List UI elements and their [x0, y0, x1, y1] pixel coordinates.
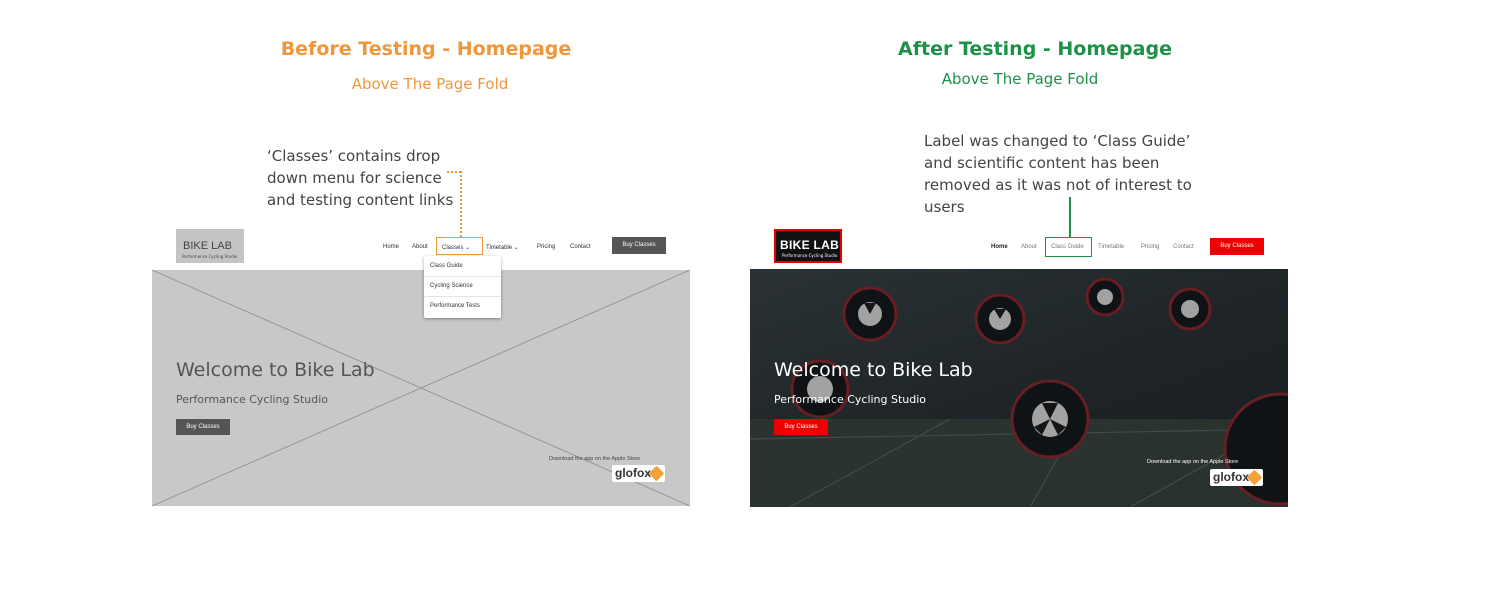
annotation-line: and testing content links: [267, 191, 454, 209]
dropdown-item-cycling-science[interactable]: Cycling Science: [430, 283, 473, 289]
after-annotation: Label was changed to ‘Class Guide’ and s…: [924, 130, 1192, 218]
hero-title: Welcome to Bike Lab: [774, 359, 973, 381]
nav-class-guide[interactable]: Class Guide: [1051, 244, 1084, 250]
classes-dropdown-menu: Class Guide Cycling Science Performance …: [424, 256, 501, 318]
spin-bikes-image: [750, 269, 1288, 507]
dropdown-divider: [424, 276, 501, 277]
before-annotation: ‘Classes’ contains drop down menu for sc…: [267, 145, 453, 211]
annotation-line: and scientific content has been: [924, 154, 1160, 172]
hero-buy-classes-button[interactable]: Buy Classes: [774, 419, 828, 435]
nav-classes-label: Classes: [442, 245, 464, 251]
chevron-down-icon: ⌄: [513, 245, 519, 251]
app-store-text: Download the app on the Apple Store: [1147, 459, 1239, 465]
logo-tagline: Performance Cycling Studio: [782, 253, 838, 258]
nav-buy-classes-button[interactable]: Buy Classes: [1210, 238, 1264, 255]
dropdown-item-class-guide[interactable]: Class Guide: [430, 263, 463, 269]
site-logo[interactable]: BIKE LAB Performance Cycling Studio: [774, 229, 842, 263]
nav-timetable[interactable]: Timetable: [1098, 244, 1124, 250]
nav-home[interactable]: Home: [383, 244, 399, 250]
after-heading: After Testing - Homepage: [898, 38, 1172, 60]
glofox-wordmark: glofox: [1213, 470, 1249, 484]
after-subheading: Above The Page Fold: [941, 70, 1099, 88]
glofox-logo[interactable]: glofox: [612, 465, 665, 482]
hero-subtitle: Performance Cycling Studio: [176, 393, 329, 406]
logo-title: BIKE LAB: [780, 238, 840, 252]
nav-timetable[interactable]: Timetable ⌄: [486, 244, 519, 251]
before-subheading: Above The Page Fold: [351, 75, 509, 93]
chevron-down-icon: ⌄: [465, 245, 471, 251]
dropdown-item-performance-tests[interactable]: Performance Tests: [430, 303, 480, 309]
annotation-line: Label was changed to ‘Class Guide’: [924, 132, 1191, 150]
fox-icon: [1246, 469, 1263, 486]
annotation-line: removed as it was not of interest to: [924, 176, 1192, 194]
glofox-logo[interactable]: glofox: [1210, 469, 1263, 486]
nav-contact[interactable]: Contact: [1173, 244, 1194, 250]
logo-title: BIKE LAB: [183, 240, 232, 252]
hero-photo: [750, 269, 1288, 507]
hero-image-placeholder: [152, 270, 690, 506]
logo-tagline: Performance Cycling Studio: [182, 254, 238, 259]
nav-classes[interactable]: Classes ⌄: [442, 244, 470, 251]
nav-buy-classes-button[interactable]: Buy Classes: [612, 237, 666, 254]
nav-contact[interactable]: Contact: [570, 244, 591, 250]
hero-title: Welcome to Bike Lab: [176, 359, 375, 381]
placeholder-cross: [152, 270, 690, 506]
hero-buy-classes-button[interactable]: Buy Classes: [176, 419, 230, 435]
hero-subtitle: Performance Cycling Studio: [774, 393, 927, 406]
annotation-connector: [447, 171, 461, 173]
app-store-text: Download the app on the Apple Store: [549, 456, 641, 462]
before-heading: Before Testing - Homepage: [280, 38, 572, 60]
annotation-line: ‘Classes’ contains drop: [267, 147, 441, 165]
dropdown-divider: [424, 296, 501, 297]
annotation-line: down menu for science: [267, 169, 442, 187]
nav-about[interactable]: About: [1021, 244, 1037, 250]
nav-pricing[interactable]: Pricing: [537, 244, 555, 250]
site-logo[interactable]: BIKE LAB Performance Cycling Studio: [176, 229, 244, 263]
nav-timetable-label: Timetable: [486, 245, 513, 251]
annotation-line: users: [924, 198, 965, 216]
nav-about[interactable]: About: [412, 244, 428, 250]
nav-pricing[interactable]: Pricing: [1141, 244, 1159, 250]
nav-home[interactable]: Home: [991, 244, 1008, 250]
fox-icon: [648, 465, 665, 482]
glofox-wordmark: glofox: [615, 466, 651, 480]
